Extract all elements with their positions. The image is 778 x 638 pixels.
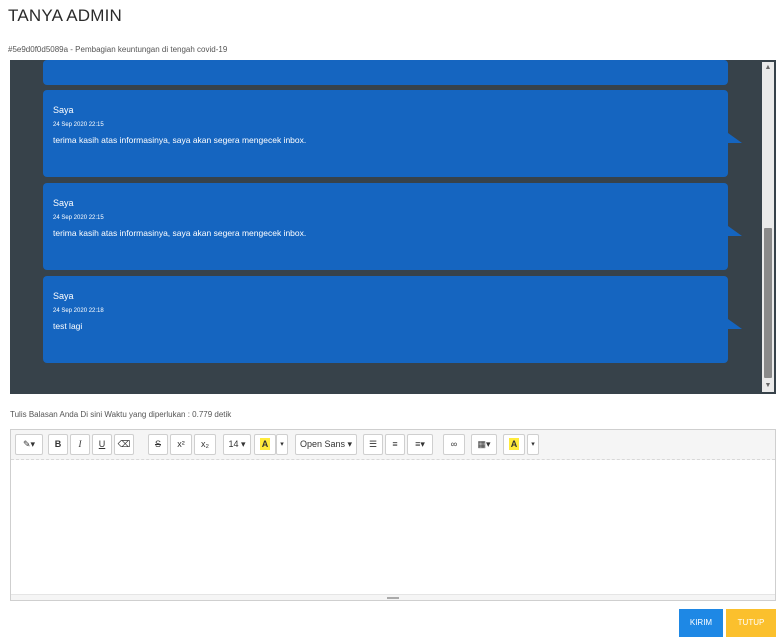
message-text: test lagi [53, 321, 83, 331]
link-icon[interactable]: ∞ [443, 434, 465, 455]
strikethrough-icon[interactable]: S [148, 434, 168, 455]
message-text: terima kasih atas informasinya, saya aka… [53, 135, 307, 145]
chat-messages: Saya 24 Sep 2020 22:15 terima kasih atas… [10, 60, 760, 394]
resize-grip-icon[interactable] [387, 597, 399, 599]
close-button[interactable]: TUTUP [726, 609, 776, 637]
message-time: 24 Sep 2020 22:18 [53, 308, 104, 314]
italic-button[interactable]: I [70, 434, 90, 455]
unordered-list-icon[interactable]: ☰ [363, 434, 383, 455]
highlight-icon: A [508, 438, 520, 450]
font-size-select[interactable]: 14 ▾ [223, 434, 251, 455]
page-title: TANYA ADMIN [8, 6, 122, 25]
message-sender: Saya [53, 198, 74, 208]
subscript-button[interactable]: x₂ [194, 434, 216, 455]
message-sender: Saya [53, 105, 74, 115]
table-icon[interactable]: ▦▾ [471, 434, 497, 455]
superscript-button[interactable]: x² [170, 434, 192, 455]
message-text: terima kasih atas informasinya, saya aka… [53, 228, 307, 238]
reply-textarea[interactable] [11, 460, 775, 594]
message-bubble: Saya 24 Sep 2020 22:15 terima kasih atas… [43, 183, 742, 270]
underline-button[interactable]: U [92, 434, 112, 455]
font-family-select[interactable]: Open Sans ▾ [295, 434, 357, 455]
message-bubble: Saya 24 Sep 2020 22:18 test lagi [43, 276, 742, 363]
reply-editor: ✎▾ B I U ⌫ S x² x₂ 14 ▾ A ▾ Open Sans ▾ … [10, 429, 776, 601]
ticket-subtitle: #5e9d0f0d5089a - Pembagian keuntungan di… [8, 45, 228, 54]
message-bubble: Saya 24 Sep 2020 22:15 terima kasih atas… [43, 90, 742, 177]
message-bubble-partial [43, 60, 728, 85]
magic-wand-icon[interactable]: ✎▾ [15, 434, 43, 455]
font-color-dropdown[interactable]: ▾ [276, 434, 288, 455]
chat-history[interactable]: Saya 24 Sep 2020 22:15 terima kasih atas… [10, 60, 776, 394]
scrollbar-thumb[interactable] [764, 228, 772, 378]
font-color-button[interactable]: A [254, 434, 276, 455]
scroll-up-icon[interactable]: ▲ [762, 62, 774, 74]
font-color-icon: A [259, 438, 271, 450]
align-icon[interactable]: ≡▾ [407, 434, 433, 455]
editor-resize-bar[interactable] [11, 594, 775, 600]
message-sender: Saya [53, 291, 74, 301]
editor-toolbar: ✎▾ B I U ⌫ S x² x₂ 14 ▾ A ▾ Open Sans ▾ … [11, 430, 775, 460]
ordered-list-icon[interactable]: ≡ [385, 434, 405, 455]
reply-label: Tulis Balasan Anda Di sini Waktu yang di… [10, 410, 232, 419]
chat-scrollbar[interactable]: ▲ ▼ [762, 62, 774, 392]
send-button[interactable]: KIRIM [679, 609, 723, 637]
message-time: 24 Sep 2020 22:15 [53, 122, 104, 128]
eraser-icon[interactable]: ⌫ [114, 434, 134, 455]
highlight-button[interactable]: A [503, 434, 525, 455]
scroll-down-icon[interactable]: ▼ [762, 380, 774, 392]
highlight-dropdown[interactable]: ▾ [527, 434, 539, 455]
bold-button[interactable]: B [48, 434, 68, 455]
message-time: 24 Sep 2020 22:15 [53, 215, 104, 221]
